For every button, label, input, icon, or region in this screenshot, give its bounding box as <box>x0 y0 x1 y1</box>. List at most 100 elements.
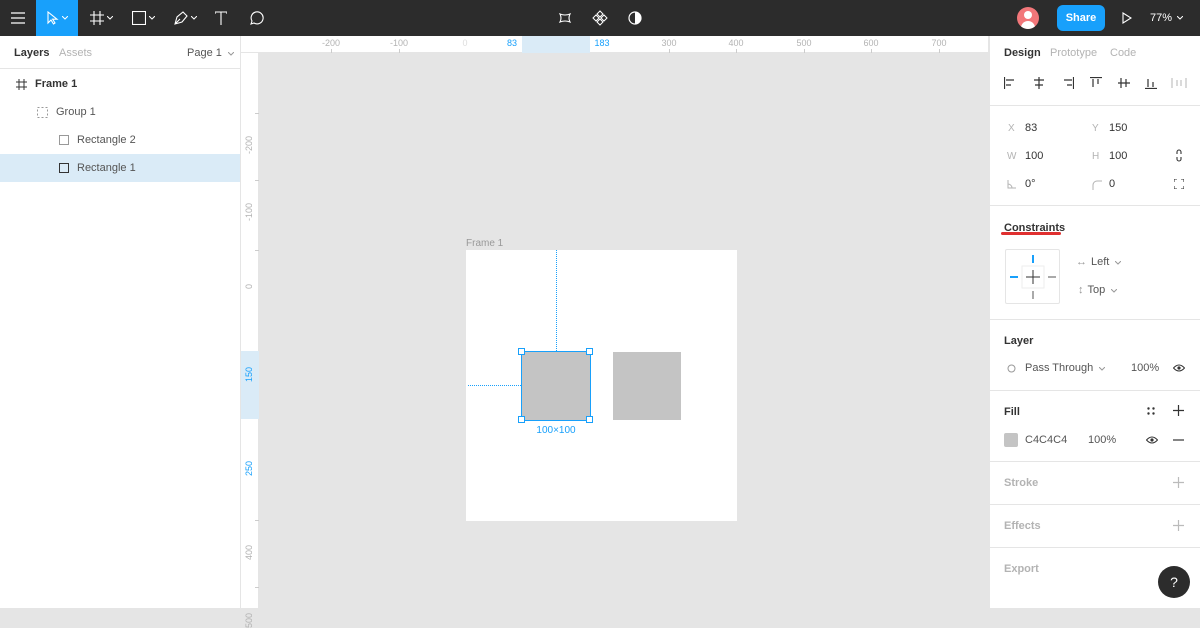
chevron-down-icon <box>1177 16 1184 20</box>
h-input[interactable]: 100 <box>1109 150 1127 162</box>
ruler-label: -200 <box>244 135 254 154</box>
align-bottom-icon[interactable] <box>1145 77 1157 89</box>
layer-item-rectangle-1[interactable]: Rectangle 1 <box>0 154 240 182</box>
frame-icon <box>16 78 27 90</box>
distribute-icon[interactable] <box>1171 77 1187 89</box>
align-right-icon[interactable] <box>1062 77 1074 89</box>
vertical-constraint-value: Top <box>1087 284 1106 296</box>
constrain-proportions-icon[interactable] <box>1175 149 1183 162</box>
help-button[interactable]: ? <box>1158 566 1190 598</box>
mask-button[interactable] <box>626 0 644 36</box>
fill-opacity-input[interactable]: 100% <box>1088 434 1116 446</box>
rotation-input[interactable]: 0° <box>1025 178 1036 190</box>
toolbar: Share 77% <box>0 0 1200 36</box>
frame-tool-button[interactable] <box>84 0 118 36</box>
tab-code[interactable]: Code <box>1110 47 1136 59</box>
blend-mode-dropdown[interactable]: Pass Through <box>1025 362 1106 374</box>
chevron-down-icon <box>190 16 197 20</box>
eye-icon[interactable] <box>1146 436 1158 444</box>
remove-fill-icon[interactable] <box>1173 439 1184 441</box>
fill-section-title: Fill <box>1004 406 1020 418</box>
align-top-icon[interactable] <box>1090 77 1102 89</box>
ruler-label: 183 <box>594 38 610 48</box>
add-fill-icon[interactable] <box>1173 405 1184 416</box>
resize-handle-top-left[interactable] <box>518 348 525 355</box>
blend-mode-value: Pass Through <box>1025 362 1094 374</box>
x-input[interactable]: 83 <box>1025 122 1037 134</box>
align-left-icon[interactable] <box>1004 77 1016 89</box>
layer-item-frame[interactable]: Frame 1 <box>0 70 240 98</box>
vertical-constraint-dropdown[interactable]: ↕ Top <box>1078 284 1118 296</box>
tab-prototype[interactable]: Prototype <box>1050 47 1097 59</box>
layer-item-rectangle-2[interactable]: Rectangle 2 <box>0 126 240 154</box>
shape-tool-button[interactable] <box>126 0 160 36</box>
y-label: Y <box>1092 123 1099 134</box>
pen-tool-button[interactable] <box>168 0 202 36</box>
ruler-label: -200 <box>321 38 341 48</box>
horizontal-constraint-dropdown[interactable]: ↔ Left <box>1076 256 1122 268</box>
ruler-label: 400 <box>244 544 254 560</box>
w-input[interactable]: 100 <box>1025 150 1043 162</box>
independent-corners-icon[interactable] <box>1174 179 1184 189</box>
eye-icon[interactable] <box>1173 364 1185 372</box>
ruler-label: 500 <box>796 38 812 48</box>
fill-color-swatch[interactable] <box>1004 433 1018 447</box>
ruler-label: 150 <box>244 366 254 382</box>
frame-title[interactable]: Frame 1 <box>466 238 503 249</box>
chevron-down-icon <box>148 16 155 20</box>
ruler-label: 250 <box>244 460 254 476</box>
share-button[interactable]: Share <box>1057 5 1105 31</box>
distance-guide-horizontal <box>468 385 521 386</box>
ruler-selection-highlight <box>522 36 590 53</box>
zoom-dropdown[interactable]: 77% <box>1150 0 1184 36</box>
text-icon <box>215 11 227 25</box>
hamburger-icon <box>11 12 25 24</box>
tab-design[interactable]: Design <box>1004 47 1041 59</box>
chevron-down-icon <box>106 16 113 20</box>
h-label: H <box>1092 151 1100 162</box>
pen-icon <box>173 11 188 25</box>
align-vertical-center-icon[interactable] <box>1118 77 1130 89</box>
avatar[interactable] <box>1017 7 1039 29</box>
ruler-label: 500 <box>244 612 254 628</box>
horizontal-ruler: -200 -100 0 83 183 300 400 500 600 700 <box>241 36 988 53</box>
ruler-label: 0 <box>244 283 254 289</box>
move-tool-button[interactable] <box>36 0 78 36</box>
add-effect-icon[interactable] <box>1173 520 1184 531</box>
component-tool-button[interactable] <box>556 0 574 36</box>
add-stroke-icon[interactable] <box>1173 477 1184 488</box>
ruler-label: 600 <box>863 38 879 48</box>
tab-assets[interactable]: Assets <box>59 47 92 59</box>
blend-mode-icon <box>1007 364 1016 373</box>
fill-hex-input[interactable]: C4C4C4 <box>1025 434 1067 446</box>
ruler-label: 0 <box>462 38 468 48</box>
tab-layers[interactable]: Layers <box>14 47 49 59</box>
ruler-label: 300 <box>661 38 677 48</box>
horizontal-arrow-icon: ↔ <box>1076 256 1087 268</box>
constraints-widget[interactable] <box>1005 249 1060 304</box>
chevron-down-icon <box>1110 288 1118 293</box>
layer-item-group[interactable]: Group 1 <box>0 98 240 126</box>
selection-box[interactable] <box>521 351 591 421</box>
create-component-button[interactable] <box>591 0 609 36</box>
styles-icon[interactable] <box>1147 407 1155 415</box>
present-button[interactable] <box>1118 0 1136 36</box>
vertical-ruler: -200 -100 0 150 250 400 500 <box>241 36 259 628</box>
text-tool-button[interactable] <box>210 0 232 36</box>
align-horizontal-center-icon[interactable] <box>1033 77 1045 89</box>
resize-handle-bottom-right[interactable] <box>586 416 593 423</box>
resize-handle-top-right[interactable] <box>586 348 593 355</box>
layer-opacity-input[interactable]: 100% <box>1131 362 1159 374</box>
rectangle-2[interactable] <box>613 352 681 420</box>
page-select[interactable]: Page 1 <box>187 47 235 59</box>
effects-section-title: Effects <box>1004 520 1041 532</box>
corner-radius-input[interactable]: 0 <box>1109 178 1115 190</box>
y-input[interactable]: 150 <box>1109 122 1127 134</box>
main-menu-button[interactable] <box>0 0 36 36</box>
ruler-label: -100 <box>244 202 254 221</box>
comment-icon <box>249 10 264 25</box>
horizontal-constraint-value: Left <box>1091 256 1110 268</box>
resize-handle-bottom-left[interactable] <box>518 416 525 423</box>
comment-tool-button[interactable] <box>244 0 268 36</box>
constraints-diagram <box>1010 255 1056 299</box>
